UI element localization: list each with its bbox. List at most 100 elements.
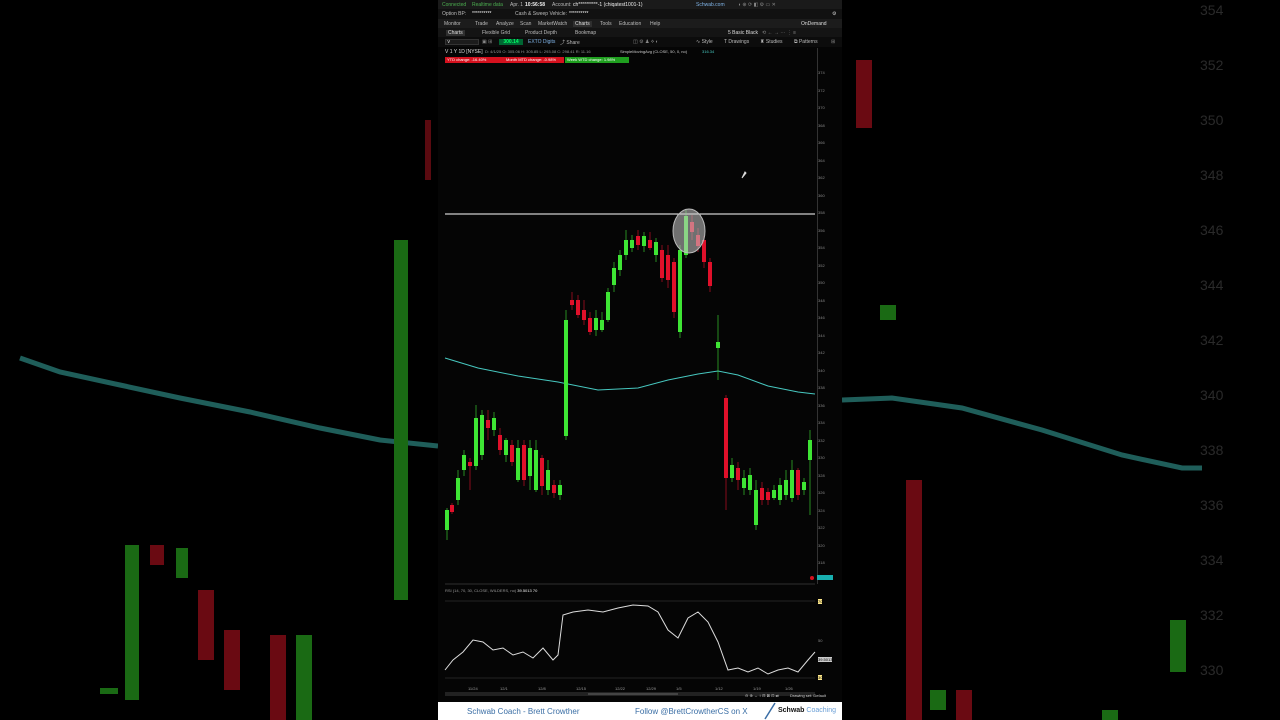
candle-body xyxy=(522,445,526,480)
candle-body xyxy=(736,468,740,480)
background-left-panel xyxy=(0,0,438,720)
date-axis-label: 1/12 xyxy=(715,686,723,691)
follow-handle: Follow @BrettCrowtherCS on X xyxy=(635,707,748,716)
current-price-marker xyxy=(817,575,833,580)
candle-body xyxy=(666,255,670,280)
price-axis-label: 370 xyxy=(818,105,825,110)
candlestick-series xyxy=(445,210,812,540)
price-axis-label: 320 xyxy=(818,542,825,548)
rsi-current-marker: 39.5013 xyxy=(818,657,833,662)
candle-body xyxy=(724,398,728,478)
rsi-value: 39.5013 xyxy=(517,588,532,593)
schwab-coaching-logo: Schwab Coaching xyxy=(778,707,836,714)
rsi-study-label: RSI (14, 70, 30, CLOSE, WILDERS, no) xyxy=(445,588,517,593)
candle-body xyxy=(498,435,502,450)
price-axis-label: 348 xyxy=(818,297,825,303)
candle-body xyxy=(654,242,658,255)
candle-body xyxy=(510,445,514,462)
background-axis-label: 332 xyxy=(1200,607,1224,623)
rsi-level-30: 30 xyxy=(818,675,823,680)
brand-bold: Schwab xyxy=(778,707,805,714)
candle-body xyxy=(486,420,490,428)
price-axis-label: 374 xyxy=(818,70,825,75)
candle-body xyxy=(730,465,734,478)
price-axis-label: 342 xyxy=(818,350,825,355)
rsi-line xyxy=(444,604,816,675)
candle-body xyxy=(474,418,478,466)
background-axis-label: 352 xyxy=(1200,57,1224,73)
pane-separator[interactable] xyxy=(445,583,815,585)
candle-body xyxy=(564,320,568,436)
price-axis-label: 364 xyxy=(818,157,825,163)
price-chart[interactable] xyxy=(438,0,842,700)
candle-body xyxy=(760,488,764,500)
price-axis-label: 326 xyxy=(818,490,825,495)
date-axis-label: 1/5 xyxy=(676,686,682,691)
candle-body xyxy=(716,342,720,348)
candle-body xyxy=(450,505,454,512)
candle-body xyxy=(534,450,538,490)
highlight-circle[interactable] xyxy=(672,208,706,254)
candle-body xyxy=(600,320,604,330)
candle-body xyxy=(618,255,622,270)
price-axis-label: 372 xyxy=(818,87,825,93)
price-axis-label: 324 xyxy=(818,507,825,513)
price-axis-label: 328 xyxy=(818,472,825,478)
background-left-chart xyxy=(19,120,438,720)
drawing-set-label[interactable]: Drawing set: Default xyxy=(790,693,826,698)
date-axis-label: 12/1 xyxy=(500,686,508,691)
pencil-cursor-icon xyxy=(741,171,747,179)
candle-body xyxy=(504,440,508,455)
brand-light: Coaching xyxy=(806,707,836,714)
price-axis-label: 362 xyxy=(818,175,825,180)
rsi-ob-level: 70 xyxy=(532,588,538,593)
price-axis-label: 334 xyxy=(818,420,825,425)
date-axis-label: 1/19 xyxy=(753,686,761,691)
candle-body xyxy=(630,240,634,248)
candle-body xyxy=(648,240,652,248)
candle-body xyxy=(790,470,794,498)
candle-body xyxy=(742,478,746,488)
candle-body xyxy=(552,485,556,493)
caption-bar: Schwab Coach - Brett Crowther Follow @Br… xyxy=(438,702,842,720)
candle-body xyxy=(570,300,574,305)
candle-body xyxy=(784,480,788,495)
background-axis-label: 346 xyxy=(1200,222,1224,238)
background-axis-label: 330 xyxy=(1200,662,1224,678)
rsi-level-70: 70 xyxy=(818,599,823,604)
background-right-panel: 354 352 350 348 346 344 342 340 338 336 334 332 330 xyxy=(842,0,1280,720)
candle-body xyxy=(672,262,676,312)
background-axis-label: 338 xyxy=(1200,442,1224,458)
coach-name: Schwab Coach - Brett Crowther xyxy=(467,707,580,716)
date-axis-label: 12/8 xyxy=(538,686,546,691)
candle-body xyxy=(462,455,466,470)
candle-body xyxy=(594,318,598,330)
price-axis-label: 358 xyxy=(818,210,825,215)
zoom-controls[interactable]: ⊖ ⊕ ↔ ↕ ⊟ ⊠ ⊡ ⇄ xyxy=(745,693,779,698)
date-axis-label: 12/29 xyxy=(646,686,657,691)
trading-platform-window: Connected Realtime data Apr. 1 10:56:58 … xyxy=(438,0,842,720)
scrollbar-thumb[interactable] xyxy=(588,693,678,695)
candle-body xyxy=(678,250,682,332)
background-axis-label: 348 xyxy=(1200,167,1224,183)
price-axis-label: 336 xyxy=(818,402,825,408)
price-axis-label: 330 xyxy=(818,455,825,460)
date-axis-label: 1/26 xyxy=(785,686,793,691)
candle-body xyxy=(748,475,752,490)
candle-body xyxy=(516,448,520,480)
date-axis-label: 12/15 xyxy=(576,686,587,691)
candle-body xyxy=(546,470,550,490)
slash-divider xyxy=(764,702,776,720)
rsi-header: RSI (14, 70, 30, CLOSE, WILDERS, no) 39.… xyxy=(445,588,537,593)
candle-body xyxy=(612,268,616,285)
price-axis-label: 332 xyxy=(818,437,825,443)
price-axis-label: 360 xyxy=(818,192,825,198)
price-axis-label: 350 xyxy=(818,280,825,285)
background-axis-label: 342 xyxy=(1200,332,1224,348)
price-axis-label: 366 xyxy=(818,140,825,145)
candle-body xyxy=(576,300,580,315)
candle-body xyxy=(754,490,758,525)
alert-icon[interactable] xyxy=(810,576,814,580)
price-axis-label: 344 xyxy=(818,332,825,338)
candle-body xyxy=(445,510,449,530)
